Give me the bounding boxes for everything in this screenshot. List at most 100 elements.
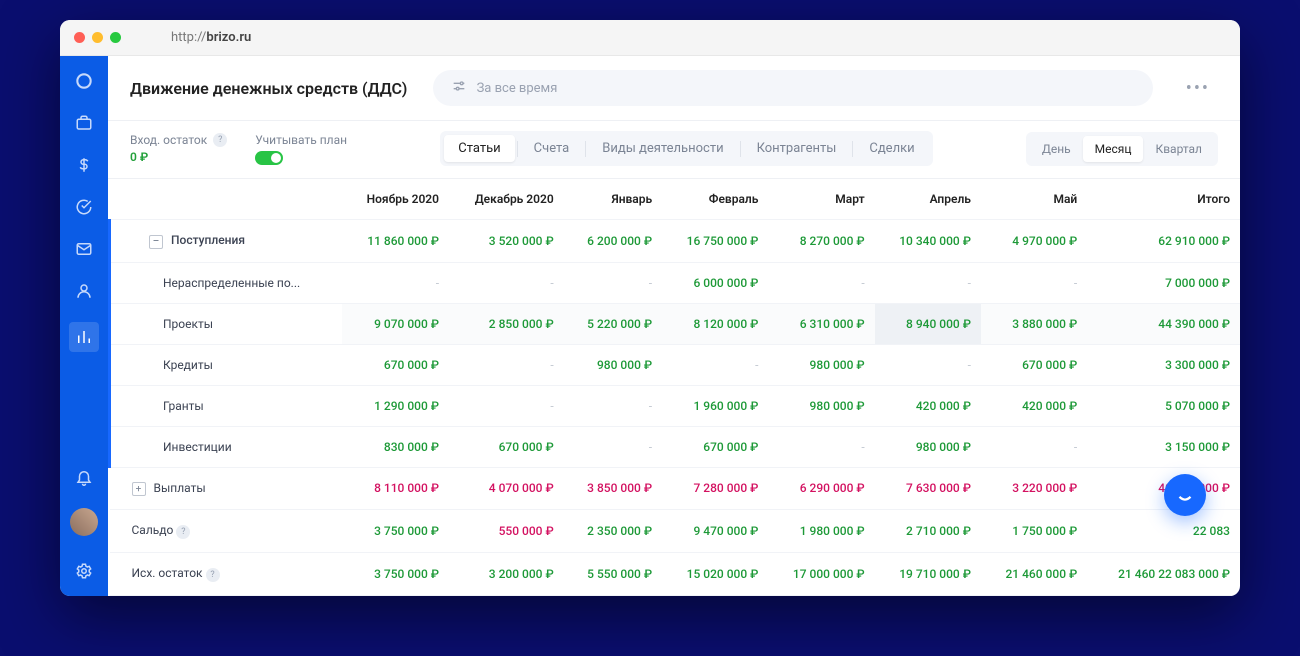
intercom-chat-button[interactable] bbox=[1164, 474, 1206, 516]
cell-value: 670 000 ₽ bbox=[981, 344, 1087, 385]
cell-value: 8 270 000 ₽ bbox=[768, 220, 874, 263]
cell-value: 7 630 000 ₽ bbox=[875, 467, 981, 510]
help-icon[interactable]: ? bbox=[213, 133, 227, 147]
chart-bar-icon[interactable] bbox=[69, 322, 99, 352]
cell-value: 980 000 ₽ bbox=[768, 385, 874, 426]
cell-value: 420 000 ₽ bbox=[981, 385, 1087, 426]
sliders-icon bbox=[451, 78, 467, 98]
opening-balance: Вход. остаток? 0 ₽ bbox=[130, 133, 227, 164]
column-header: Март bbox=[768, 179, 874, 220]
cell-value: 6 200 000 ₽ bbox=[564, 220, 662, 263]
table-row[interactable]: Гранты1 290 000 ₽--1 960 000 ₽980 000 ₽4… bbox=[110, 385, 1241, 426]
cell-value: 21 460 000 ₽ bbox=[981, 553, 1087, 596]
bell-icon[interactable] bbox=[73, 466, 95, 488]
cell-value: 9 070 000 ₽ bbox=[342, 303, 449, 344]
cell-value: 22 083 bbox=[1087, 510, 1240, 553]
cell-value: 8 110 000 ₽ bbox=[342, 467, 449, 510]
logo-icon[interactable] bbox=[73, 70, 95, 92]
cell-value: 5 070 000 ₽ bbox=[1087, 385, 1240, 426]
gear-icon[interactable] bbox=[73, 560, 95, 582]
cell-value: - bbox=[768, 426, 874, 467]
user-icon[interactable] bbox=[73, 280, 95, 302]
page-title: Движение денежных средств (ДДС) bbox=[130, 79, 407, 98]
cell-value: 4 970 000 ₽ bbox=[981, 220, 1087, 263]
category-tab[interactable]: Сделки bbox=[855, 135, 928, 162]
more-button[interactable]: ••• bbox=[1178, 74, 1218, 103]
cell-value: - bbox=[768, 262, 874, 303]
cell-value: 2 710 000 ₽ bbox=[875, 510, 981, 553]
cashflow-table: Ноябрь 2020Декабрь 2020ЯнварьФевральМарт… bbox=[108, 179, 1240, 596]
row-label: Гранты bbox=[163, 399, 204, 413]
window-maximize-icon[interactable] bbox=[110, 32, 121, 43]
dollar-icon[interactable] bbox=[73, 154, 95, 176]
row-label: Поступления bbox=[171, 233, 245, 247]
cell-value: 7 280 000 ₽ bbox=[662, 467, 768, 510]
cell-value: 3 880 000 ₽ bbox=[981, 303, 1087, 344]
cell-value: 5 220 000 ₽ bbox=[564, 303, 662, 344]
category-tab[interactable]: Статьи bbox=[444, 135, 514, 162]
cell-value: 17 000 000 ₽ bbox=[768, 553, 874, 596]
category-tab[interactable]: Счета bbox=[520, 135, 584, 162]
row-label: Кредиты bbox=[163, 358, 213, 372]
category-tab[interactable]: Виды деятельности bbox=[588, 135, 737, 162]
table-row[interactable]: Проекты9 070 000 ₽2 850 000 ₽5 220 000 ₽… bbox=[110, 303, 1241, 344]
column-header: Январь bbox=[564, 179, 662, 220]
cell-value: 3 220 000 ₽ bbox=[981, 467, 1087, 510]
time-filter-label: За все время bbox=[477, 81, 558, 96]
table-row[interactable]: Сальдо ?3 750 000 ₽550 000 ₽2 350 000 ₽9… bbox=[110, 510, 1241, 553]
row-label: Исх. остаток bbox=[132, 566, 203, 580]
cell-value: 1 750 000 ₽ bbox=[981, 510, 1087, 553]
period-tab[interactable]: Месяц bbox=[1083, 136, 1144, 162]
cell-value: 3 300 000 ₽ bbox=[1087, 344, 1240, 385]
table-row[interactable]: Инвестиции830 000 ₽670 000 ₽-670 000 ₽-9… bbox=[110, 426, 1241, 467]
table-row[interactable]: Кредиты670 000 ₽-980 000 ₽-980 000 ₽-670… bbox=[110, 344, 1241, 385]
column-header: Декабрь 2020 bbox=[449, 179, 564, 220]
sidebar bbox=[60, 56, 108, 596]
cell-value: - bbox=[662, 344, 768, 385]
category-tab[interactable]: Контрагенты bbox=[743, 135, 851, 162]
check-circle-icon[interactable] bbox=[73, 196, 95, 218]
help-icon[interactable]: ? bbox=[176, 525, 190, 539]
expand-icon[interactable]: + bbox=[132, 482, 146, 496]
cell-value: 1 290 000 ₽ bbox=[342, 385, 449, 426]
cell-value: 3 850 000 ₽ bbox=[564, 467, 662, 510]
table-row[interactable]: +Выплаты8 110 000 ₽4 070 000 ₽3 850 000 … bbox=[110, 467, 1241, 510]
cell-value: 670 000 ₽ bbox=[662, 426, 768, 467]
table-row[interactable]: Нераспределенные по...---6 000 000 ₽---7… bbox=[110, 262, 1241, 303]
plan-toggle[interactable] bbox=[255, 151, 283, 165]
cell-value: 40 827 000 ₽ bbox=[1087, 467, 1240, 510]
cell-value: 550 000 ₽ bbox=[449, 510, 564, 553]
cell-value: 2 350 000 ₽ bbox=[564, 510, 662, 553]
row-label: Нераспределенные по... bbox=[163, 276, 300, 290]
column-header bbox=[110, 179, 342, 220]
cell-value: 8 940 000 ₽ bbox=[875, 303, 981, 344]
mail-icon[interactable] bbox=[73, 238, 95, 260]
period-tabs: ДеньМесяцКвартал bbox=[1026, 132, 1218, 166]
window-minimize-icon[interactable] bbox=[92, 32, 103, 43]
expand-icon[interactable]: – bbox=[149, 235, 163, 249]
address-bar: http://brizo.ru bbox=[171, 30, 251, 45]
cell-value: 3 750 000 ₽ bbox=[342, 510, 449, 553]
avatar[interactable] bbox=[70, 508, 98, 536]
window-close-icon[interactable] bbox=[74, 32, 85, 43]
period-tab[interactable]: День bbox=[1030, 136, 1083, 162]
column-header: Февраль bbox=[662, 179, 768, 220]
help-icon[interactable]: ? bbox=[206, 568, 220, 582]
briefcase-icon[interactable] bbox=[73, 112, 95, 134]
row-label: Выплаты bbox=[154, 481, 206, 495]
cell-value: 62 910 000 ₽ bbox=[1087, 220, 1240, 263]
cell-value: 420 000 ₽ bbox=[875, 385, 981, 426]
column-header: Апрель bbox=[875, 179, 981, 220]
cell-value: 1 960 000 ₽ bbox=[662, 385, 768, 426]
table-row[interactable]: Исх. остаток ?3 750 000 ₽3 200 000 ₽5 55… bbox=[110, 553, 1241, 596]
cell-value: 11 860 000 ₽ bbox=[342, 220, 449, 263]
table-row[interactable]: –Поступления11 860 000 ₽3 520 000 ₽6 200… bbox=[110, 220, 1241, 263]
cell-value: 15 020 000 ₽ bbox=[662, 553, 768, 596]
row-label: Сальдо bbox=[132, 523, 174, 537]
cell-value: 7 000 000 ₽ bbox=[1087, 262, 1240, 303]
cell-value: - bbox=[564, 262, 662, 303]
cell-value: 3 150 000 ₽ bbox=[1087, 426, 1240, 467]
time-filter-pill[interactable]: За все время bbox=[433, 70, 1153, 106]
window-titlebar: http://brizo.ru bbox=[60, 20, 1240, 56]
period-tab[interactable]: Квартал bbox=[1143, 136, 1214, 162]
